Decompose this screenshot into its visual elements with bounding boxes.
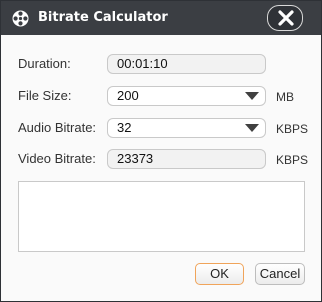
audio-bitrate-label: Audio Bitrate: [18,120,97,135]
title-bar: Bitrate Calculator [1,1,321,35]
cancel-button[interactable]: Cancel [255,263,305,285]
file-size-unit: MB [276,90,294,104]
file-size-value: 200 [117,88,139,103]
duration-field[interactable]: 00:01:10 [107,54,266,74]
dialog-title: Bitrate Calculator [38,10,168,25]
file-size-label: File Size: [18,88,72,103]
audio-bitrate-unit: KBPS [276,122,309,136]
video-bitrate-unit: KBPS [276,153,309,167]
ok-button[interactable]: OK [195,263,244,285]
duration-value: 00:01:10 [117,56,168,71]
film-reel-icon [12,10,29,27]
video-bitrate-value: 23373 [117,151,154,166]
audio-bitrate-select[interactable]: 32 [107,118,266,138]
video-bitrate-field[interactable]: 23373 [107,149,266,169]
audio-bitrate-value: 32 [117,120,132,135]
duration-label: Duration: [18,56,71,71]
video-bitrate-label: Video Bitrate: [18,151,96,166]
chevron-down-icon[interactable] [245,92,259,100]
close-icon [278,10,294,26]
chevron-down-icon[interactable] [245,124,259,132]
bitrate-calculator-dialog: Bitrate Calculator Duration: 00:01:10 Fi… [0,0,322,302]
close-button[interactable] [267,5,303,31]
info-textarea[interactable] [18,181,305,252]
file-size-select[interactable]: 200 [107,86,266,106]
